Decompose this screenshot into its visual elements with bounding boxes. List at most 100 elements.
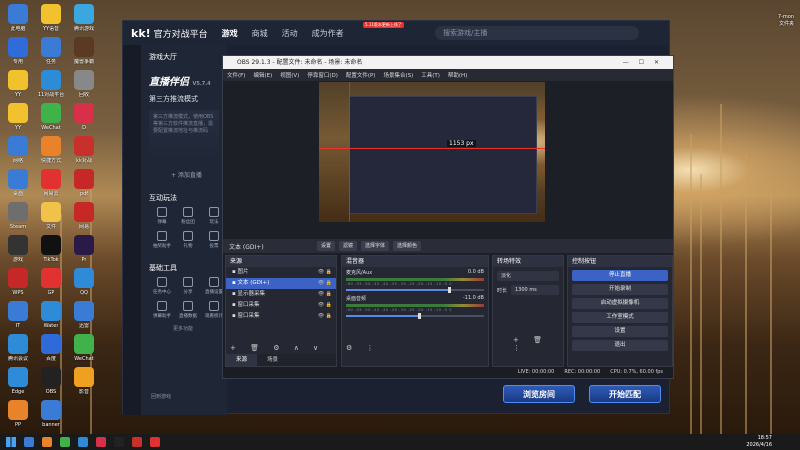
desktop-icon[interactable]: WeChat bbox=[68, 334, 100, 362]
tab-sources[interactable]: 来源 bbox=[226, 354, 258, 366]
volume-slider[interactable] bbox=[346, 287, 484, 293]
desktop-icon[interactable]: 网易云 bbox=[35, 169, 67, 197]
desktop-icon[interactable]: 影音 bbox=[68, 367, 100, 395]
exit-button[interactable]: 退出 bbox=[572, 340, 668, 351]
nav-become-author[interactable]: 成为作者 bbox=[312, 28, 344, 39]
source-row[interactable]: ▪ 窗口采集 👁 🔒 bbox=[226, 300, 336, 311]
desktop-icon[interactable]: WeChat bbox=[35, 103, 67, 131]
nav-games[interactable]: 游戏 bbox=[222, 28, 238, 39]
desktop-icon[interactable]: Pr bbox=[68, 235, 100, 263]
desktop-icon[interactable]: YY语音 bbox=[35, 4, 67, 32]
desktop-icon[interactable]: 回收 bbox=[68, 70, 100, 98]
source-row[interactable]: ▪ 显示器采集 👁 🔒 bbox=[226, 289, 336, 300]
desktop-label[interactable]: 文件夹 bbox=[778, 21, 794, 28]
add-live-button[interactable]: + 添加直播 bbox=[171, 170, 219, 179]
start-recording-button[interactable]: 开始录制 bbox=[572, 284, 668, 295]
desktop-icon[interactable]: Steam bbox=[2, 202, 34, 230]
desktop-label[interactable]: 7-mon bbox=[778, 14, 794, 21]
taskbar-app-icon[interactable] bbox=[60, 437, 70, 447]
start-button-icon[interactable] bbox=[6, 437, 16, 447]
nav-events[interactable]: 活动 bbox=[282, 28, 298, 39]
desktop-icon[interactable]: 任务 bbox=[35, 37, 67, 65]
menu-view[interactable]: 视图(V) bbox=[280, 71, 299, 79]
desktop-icon[interactable]: YY bbox=[2, 70, 34, 98]
visibility-lock-icons[interactable]: 👁 🔒 bbox=[318, 289, 332, 300]
menu-help[interactable]: 帮助(H) bbox=[448, 71, 467, 79]
base-tool[interactable]: 直播数据 bbox=[175, 301, 201, 319]
desktop-icon[interactable]: WPS bbox=[2, 268, 34, 296]
desktop-icon[interactable]: Water bbox=[35, 301, 67, 329]
start-virtual-camera-button[interactable]: 启动虚拟摄像机 bbox=[572, 298, 668, 309]
base-tool[interactable]: 任务中心 bbox=[149, 277, 175, 295]
menu-edit[interactable]: 编辑(E) bbox=[253, 71, 272, 79]
desktop-icon[interactable]: GP bbox=[35, 268, 67, 296]
desktop-icon[interactable]: 腾讯游戏 bbox=[68, 4, 100, 32]
taskbar-app-icon[interactable] bbox=[114, 437, 124, 447]
interact-tool[interactable]: 弹幕 bbox=[149, 207, 175, 225]
studio-mode-button[interactable]: 工作室模式 bbox=[572, 312, 668, 323]
desktop-icon[interactable]: 网络 bbox=[2, 136, 34, 164]
desktop-icon[interactable]: 百度 bbox=[35, 334, 67, 362]
desktop-icon[interactable]: OBS bbox=[35, 367, 67, 395]
desktop-icon[interactable]: D bbox=[68, 103, 100, 131]
stop-streaming-button[interactable]: 停止直播 bbox=[572, 270, 668, 281]
start-match-button[interactable]: 开始匹配 bbox=[589, 385, 661, 403]
obs-preview-canvas[interactable]: 1153 px bbox=[319, 82, 545, 222]
taskbar-app-icon[interactable] bbox=[42, 437, 52, 447]
search-input[interactable]: 搜索游戏/主播 bbox=[435, 26, 639, 40]
desktop-icon[interactable]: pdf bbox=[68, 169, 100, 197]
desktop-icon[interactable]: 桌面 bbox=[2, 169, 34, 197]
taskbar-app-icon[interactable] bbox=[24, 437, 34, 447]
menu-file[interactable]: 文件(F) bbox=[227, 71, 245, 79]
taskbar-app-icon[interactable] bbox=[132, 437, 142, 447]
source-settings-button[interactable]: 设置 bbox=[317, 241, 336, 251]
source-filters-button[interactable]: 滤镜 bbox=[339, 241, 358, 251]
window-controls[interactable]: —☐✕ bbox=[623, 56, 669, 69]
browse-rooms-button[interactable]: 浏览房间 bbox=[503, 385, 575, 403]
volume-slider-knob[interactable] bbox=[448, 287, 452, 293]
settings-button[interactable]: 设置 bbox=[572, 326, 668, 337]
source-row[interactable]: ▪ 图片 👁 🔒 bbox=[226, 267, 336, 278]
desktop-icon[interactable]: 网易 bbox=[68, 202, 100, 230]
game-lobby-title[interactable]: 游戏大厅 bbox=[141, 45, 227, 69]
taskbar-app-icon[interactable] bbox=[96, 437, 106, 447]
menu-profile[interactable]: 配置文件(P) bbox=[346, 71, 376, 79]
transition-type-select[interactable]: 淡化 bbox=[497, 271, 559, 281]
desktop-icon[interactable]: 此电脑 bbox=[2, 4, 34, 32]
select-font-button[interactable]: 选择字体 bbox=[361, 241, 390, 251]
desktop-icon[interactable]: TikTok bbox=[35, 235, 67, 263]
menu-docks[interactable]: 停靠窗口(D) bbox=[307, 71, 338, 79]
desktop-icon[interactable]: IT bbox=[2, 301, 34, 329]
desktop-icon[interactable]: Edge bbox=[2, 367, 34, 395]
mixer-dock-actions[interactable]: ⚙ ⋮ bbox=[346, 344, 380, 352]
desktop-icon[interactable]: 魔兽争霸 bbox=[68, 37, 100, 65]
menu-scene-collection[interactable]: 场景集合(S) bbox=[383, 71, 413, 79]
volume-slider[interactable] bbox=[346, 313, 484, 319]
tab-scenes[interactable]: 场景 bbox=[257, 354, 288, 366]
desktop-icon[interactable]: 11对战平台 bbox=[35, 70, 67, 98]
desktop-icon[interactable]: 迅雷 bbox=[68, 301, 100, 329]
more-features-link[interactable]: 更多功能 bbox=[173, 325, 227, 332]
interact-tool[interactable]: 粉丝团 bbox=[175, 207, 201, 225]
stream-mode-select[interactable]: 第三方推流模式 bbox=[149, 94, 219, 104]
desktop-icon[interactable]: 游戏 bbox=[2, 235, 34, 263]
visibility-lock-icons[interactable]: 👁 🔒 bbox=[318, 278, 332, 289]
desktop-icon[interactable]: 专用 bbox=[2, 37, 34, 65]
visibility-lock-icons[interactable]: 👁 🔒 bbox=[318, 311, 332, 322]
sources-dock-actions[interactable]: + 🗑 ⚙ ∧ ∨ bbox=[230, 344, 324, 352]
base-tool[interactable]: 分享 bbox=[175, 277, 201, 295]
nav-store[interactable]: 商城 bbox=[252, 28, 268, 39]
transitions-dock-actions[interactable]: + 🗑 ⋮ bbox=[513, 336, 563, 352]
visibility-lock-icons[interactable]: 👁 🔒 bbox=[318, 300, 332, 311]
select-color-button[interactable]: 选择颜色 bbox=[393, 241, 422, 251]
source-row[interactable]: ▪ 窗口采集 👁 🔒 bbox=[226, 311, 336, 322]
desktop-icon[interactable]: banner bbox=[35, 400, 67, 428]
duration-input[interactable]: 1300 ms bbox=[511, 285, 559, 295]
source-row[interactable]: ▪ 文本 (GDI+) 👁 🔒 bbox=[226, 278, 336, 289]
desktop-icon[interactable]: PP bbox=[2, 400, 34, 428]
visibility-lock-icons[interactable]: 👁 🔒 bbox=[318, 267, 332, 278]
taskbar-app-icon[interactable] bbox=[78, 437, 88, 447]
desktop-icon[interactable]: kk对战 bbox=[68, 136, 100, 164]
volume-slider-knob[interactable] bbox=[417, 313, 421, 319]
taskbar-clock[interactable]: 18:57 2026/4/16 bbox=[746, 435, 772, 449]
